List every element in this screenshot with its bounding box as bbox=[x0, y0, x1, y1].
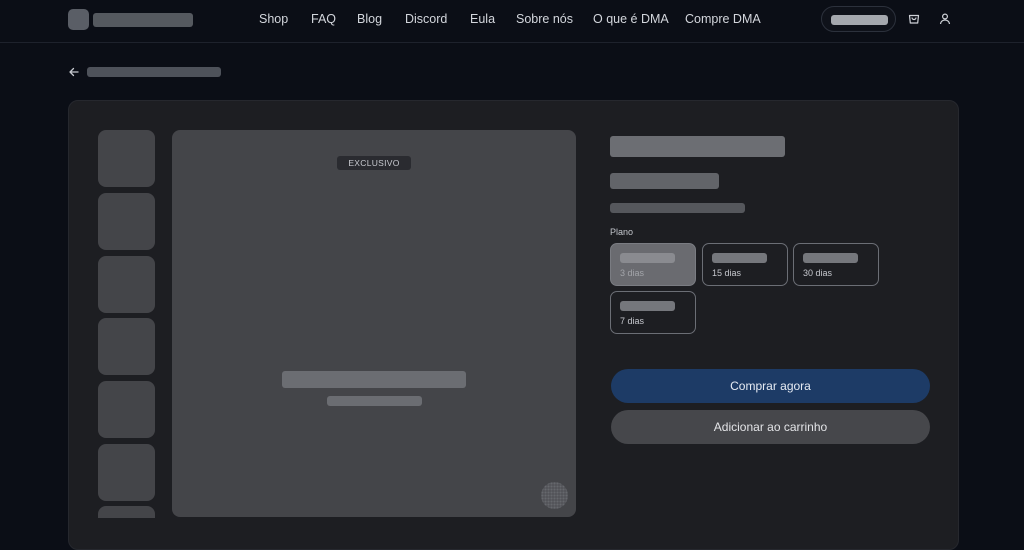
gallery-thumbnail[interactable] bbox=[98, 193, 155, 250]
nav-compre-dma[interactable]: Compre DMA bbox=[685, 12, 761, 26]
nav-shop[interactable]: Shop bbox=[259, 12, 288, 26]
gallery-thumbnail[interactable] bbox=[98, 506, 155, 518]
back-arrow-icon[interactable] bbox=[68, 66, 80, 78]
gallery-thumbnail[interactable] bbox=[98, 444, 155, 501]
plan-price-placeholder bbox=[803, 253, 858, 263]
account-pill-placeholder bbox=[831, 15, 888, 25]
nav-eula[interactable]: Eula bbox=[470, 12, 495, 26]
gallery-thumbnail[interactable] bbox=[98, 256, 155, 313]
nav-faq[interactable]: FAQ bbox=[311, 12, 336, 26]
plan-price-placeholder bbox=[620, 253, 675, 263]
product-price-placeholder bbox=[610, 173, 719, 189]
plan-label: Plano bbox=[610, 227, 634, 237]
plan-duration: 15 dias bbox=[712, 268, 742, 278]
zoom-icon[interactable] bbox=[541, 482, 568, 509]
account-pill-button[interactable] bbox=[821, 6, 896, 32]
logo-text-placeholder[interactable] bbox=[93, 13, 193, 27]
plan-option-3-dias[interactable]: 3 dias bbox=[610, 243, 696, 286]
plan-duration: 3 dias bbox=[620, 268, 645, 278]
image-text-placeholder bbox=[282, 371, 466, 388]
exclusive-badge: EXCLUSIVO bbox=[337, 156, 411, 170]
buy-now-button[interactable]: Comprar agora bbox=[611, 369, 930, 403]
plan-option-15-dias[interactable]: 15 dias bbox=[702, 243, 788, 286]
user-icon[interactable] bbox=[938, 12, 952, 26]
product-subtitle-placeholder bbox=[610, 203, 745, 213]
nav-discord[interactable]: Discord bbox=[405, 12, 447, 26]
plan-option-7-dias[interactable]: 7 dias bbox=[610, 291, 696, 334]
nav-sobre-nos[interactable]: Sobre nós bbox=[516, 12, 573, 26]
gallery-thumbnail[interactable] bbox=[98, 318, 155, 375]
plan-duration: 30 dias bbox=[803, 268, 833, 278]
nav-o-que-e-dma[interactable]: O que é DMA bbox=[593, 12, 669, 26]
plan-option-30-dias[interactable]: 30 dias bbox=[793, 243, 879, 286]
logo[interactable] bbox=[68, 9, 89, 30]
gallery-thumbnail[interactable] bbox=[98, 130, 155, 187]
cart-icon[interactable] bbox=[907, 12, 921, 26]
plan-price-placeholder bbox=[712, 253, 767, 263]
plan-duration: 7 dias bbox=[620, 316, 645, 326]
image-text-placeholder bbox=[327, 396, 422, 406]
add-to-cart-button[interactable]: Adicionar ao carrinho bbox=[611, 410, 930, 444]
main-product-image[interactable] bbox=[172, 130, 576, 517]
top-header: Shop FAQ Blog Discord Eula Sobre nós O q… bbox=[0, 0, 1024, 43]
nav-blog[interactable]: Blog bbox=[357, 12, 382, 26]
breadcrumb-title-placeholder[interactable] bbox=[87, 67, 221, 77]
gallery-thumbnail[interactable] bbox=[98, 381, 155, 438]
plan-price-placeholder bbox=[620, 301, 675, 311]
product-title-placeholder bbox=[610, 136, 785, 157]
